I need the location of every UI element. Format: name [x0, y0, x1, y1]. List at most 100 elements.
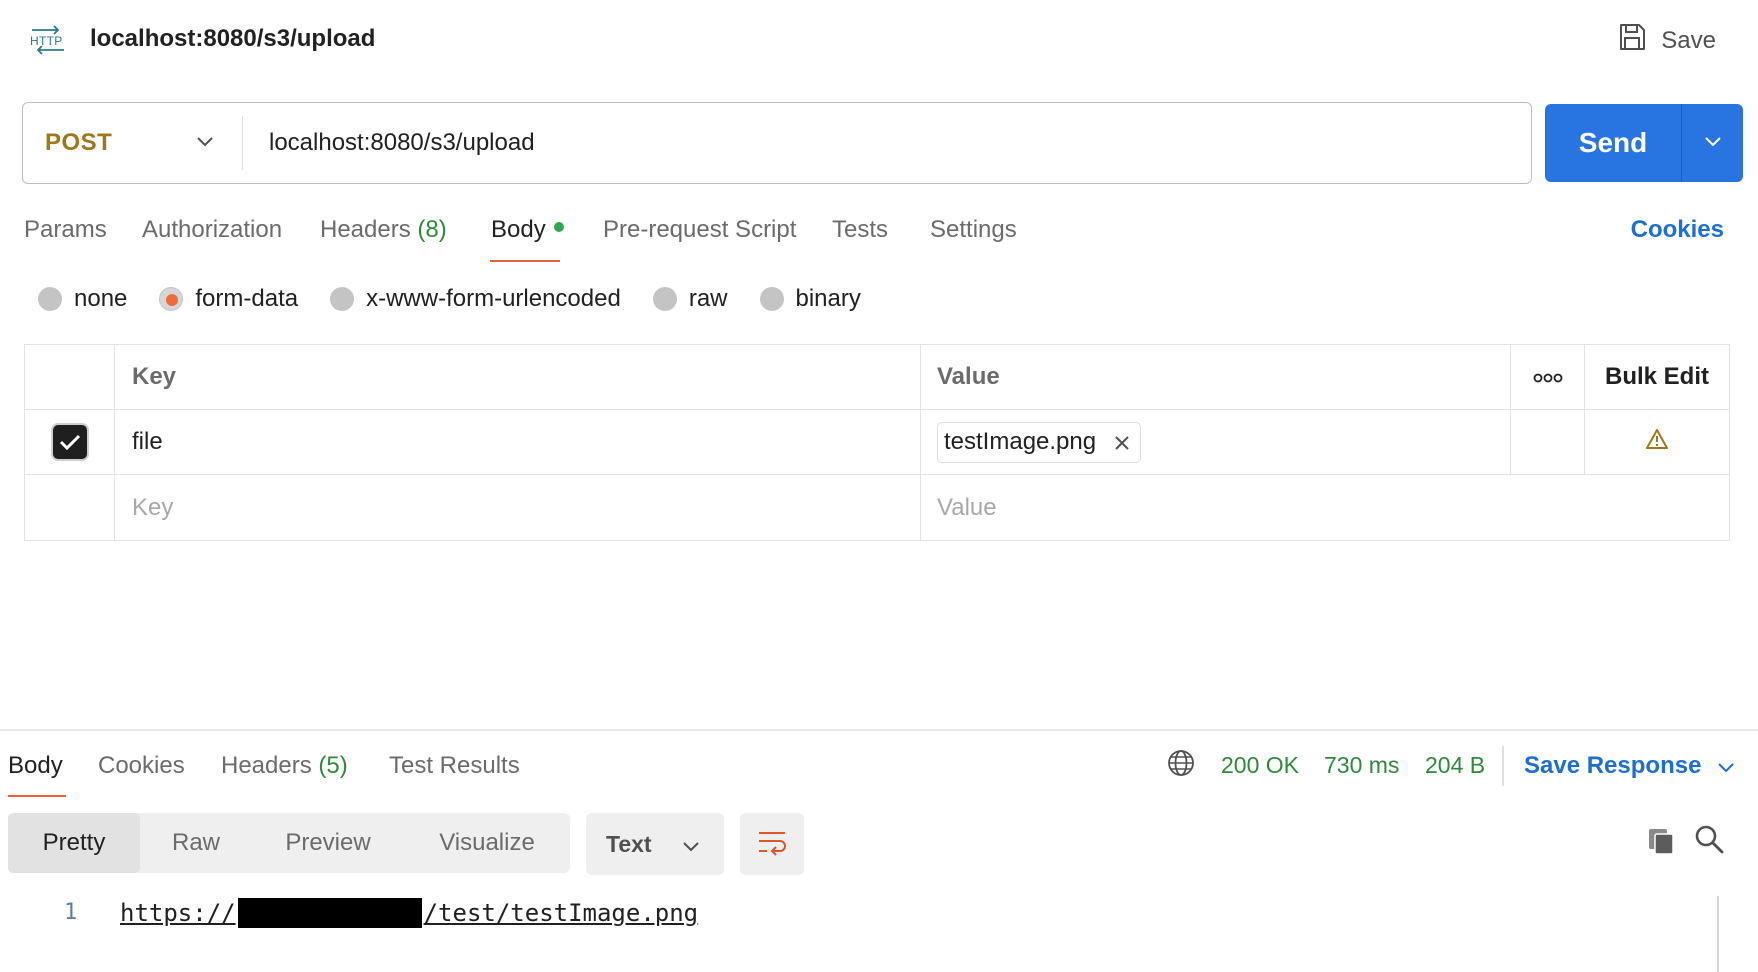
- warning-icon[interactable]: [1645, 428, 1669, 457]
- response-tabs: Body Cookies Headers (5) Test Results 20…: [8, 746, 1748, 798]
- method-label: POST: [45, 129, 113, 156]
- globe-icon[interactable]: [1166, 748, 1196, 783]
- response-tab-headers[interactable]: Headers (5): [221, 752, 348, 780]
- value-field[interactable]: testImage.png: [921, 410, 1511, 474]
- chevron-down-icon: [1717, 752, 1735, 780]
- request-title[interactable]: localhost:8080/s3/upload: [90, 25, 375, 53]
- file-name: testImage.png: [944, 428, 1097, 455]
- radio-circle: [759, 287, 784, 311]
- response-tab-cookies[interactable]: Cookies: [98, 752, 185, 780]
- response-tab-test-results[interactable]: Test Results: [389, 752, 520, 780]
- wrap-lines-button[interactable]: [740, 813, 804, 875]
- scrollbar-track[interactable]: [1717, 896, 1719, 972]
- bulk-edit-button[interactable]: Bulk Edit: [1585, 345, 1729, 409]
- table-row: Key Value: [25, 475, 1729, 540]
- view-visualize[interactable]: Visualize: [404, 813, 570, 873]
- form-data-table: Key Value Bulk Edit file testImage.png K…: [24, 344, 1730, 541]
- url-prefix: https://: [120, 899, 236, 927]
- status-code[interactable]: 200 OK: [1221, 752, 1299, 779]
- body-type-options: none form-data x-www-form-urlencoded raw…: [38, 285, 893, 313]
- response-line[interactable]: https:// /test/testImage.png: [120, 898, 698, 928]
- tab-headers-label: Headers: [320, 216, 411, 243]
- table-header-row: Key Value Bulk Edit: [25, 345, 1729, 410]
- row-warning-cell: [1585, 410, 1729, 474]
- radio-circle: [652, 287, 677, 311]
- tab-headers[interactable]: Headers (8): [320, 216, 447, 244]
- radio-binary-label: binary: [795, 285, 861, 312]
- file-chip: testImage.png: [937, 421, 1142, 463]
- http-icon: HTTP: [28, 24, 68, 56]
- response-tab-body[interactable]: Body: [8, 752, 63, 780]
- save-label: Save: [1661, 26, 1716, 54]
- radio-none[interactable]: none: [38, 285, 127, 313]
- radio-none-label: none: [74, 285, 128, 312]
- send-button-group: Send: [1545, 104, 1743, 182]
- save-button[interactable]: Save: [1617, 22, 1716, 59]
- header-check-cell: [25, 345, 115, 409]
- radio-urlencoded[interactable]: x-www-form-urlencoded: [330, 285, 621, 313]
- tab-headers-count: (8): [417, 216, 447, 243]
- separator: [1502, 746, 1504, 786]
- row-enabled-checkbox[interactable]: [52, 425, 87, 459]
- request-header: HTTP localhost:8080/s3/upload Save: [0, 0, 1758, 80]
- radio-form-data[interactable]: form-data: [159, 285, 298, 313]
- table-row: file testImage.png: [25, 410, 1729, 475]
- chevron-down-icon: [682, 831, 700, 858]
- new-value-field[interactable]: Value: [921, 475, 1729, 540]
- response-view-switcher: Pretty Raw Preview Visualize: [8, 813, 570, 873]
- radio-raw[interactable]: raw: [652, 285, 728, 313]
- response-size[interactable]: 204 B: [1425, 752, 1485, 779]
- key-field[interactable]: file: [115, 410, 921, 474]
- tab-prerequest-script[interactable]: Pre-request Script: [603, 216, 796, 244]
- send-button[interactable]: Send: [1545, 104, 1681, 182]
- save-icon: [1617, 22, 1647, 59]
- row-check-cell: [25, 410, 115, 474]
- value-column-header: Value: [921, 345, 1511, 409]
- request-tabs: Params Authorization Headers (8) Body Pr…: [24, 210, 1724, 266]
- more-options-button[interactable]: [1511, 345, 1585, 409]
- row-spacer-cell: [1511, 410, 1585, 474]
- remove-file-icon[interactable]: [1114, 427, 1130, 458]
- tab-settings[interactable]: Settings: [930, 216, 1017, 244]
- svg-text:HTTP: HTTP: [30, 34, 63, 48]
- url-input[interactable]: localhost:8080/s3/upload: [243, 129, 535, 157]
- radio-circle: [330, 287, 355, 311]
- cookies-link[interactable]: Cookies: [1631, 216, 1724, 244]
- search-icon[interactable]: [1694, 824, 1724, 859]
- radio-circle: [38, 287, 62, 311]
- pane-divider[interactable]: [0, 729, 1758, 731]
- radio-circle-selected: [159, 287, 184, 311]
- tab-authorization[interactable]: Authorization: [142, 216, 282, 244]
- response-tab-headers-count: (5): [318, 752, 348, 779]
- key-column-header: Key: [115, 345, 921, 409]
- row-check-cell: [25, 475, 115, 540]
- redacted-block: [237, 898, 422, 928]
- chevron-down-icon: [1704, 134, 1722, 152]
- radio-urlencoded-label: x-www-form-urlencoded: [366, 285, 621, 312]
- new-key-field[interactable]: Key: [115, 475, 921, 540]
- radio-binary[interactable]: binary: [759, 285, 861, 313]
- save-response-button[interactable]: Save Response: [1524, 752, 1735, 780]
- format-select[interactable]: Text: [586, 813, 724, 875]
- tab-tests[interactable]: Tests: [832, 216, 888, 244]
- wrap-icon: [756, 828, 788, 861]
- tab-body[interactable]: Body: [491, 216, 564, 244]
- response-tab-headers-label: Headers: [221, 752, 312, 779]
- response-time[interactable]: 730 ms: [1324, 752, 1399, 779]
- more-icon: [1533, 363, 1563, 391]
- url-bar: POST localhost:8080/s3/upload: [22, 102, 1532, 184]
- tab-params[interactable]: Params: [24, 216, 107, 244]
- format-label: Text: [606, 830, 652, 857]
- body-modified-dot: [553, 221, 564, 232]
- copy-icon[interactable]: [1646, 826, 1676, 861]
- url-suffix: /test/testImage.png: [423, 899, 699, 927]
- chevron-down-icon: [196, 134, 214, 152]
- method-select[interactable]: POST: [23, 116, 243, 170]
- tab-body-label: Body: [491, 216, 546, 243]
- view-preview[interactable]: Preview: [252, 813, 404, 873]
- view-raw[interactable]: Raw: [140, 813, 252, 873]
- send-options-button[interactable]: [1681, 104, 1743, 182]
- view-pretty[interactable]: Pretty: [8, 813, 140, 873]
- active-tab-indicator: [490, 260, 560, 262]
- active-tab-indicator: [8, 795, 66, 797]
